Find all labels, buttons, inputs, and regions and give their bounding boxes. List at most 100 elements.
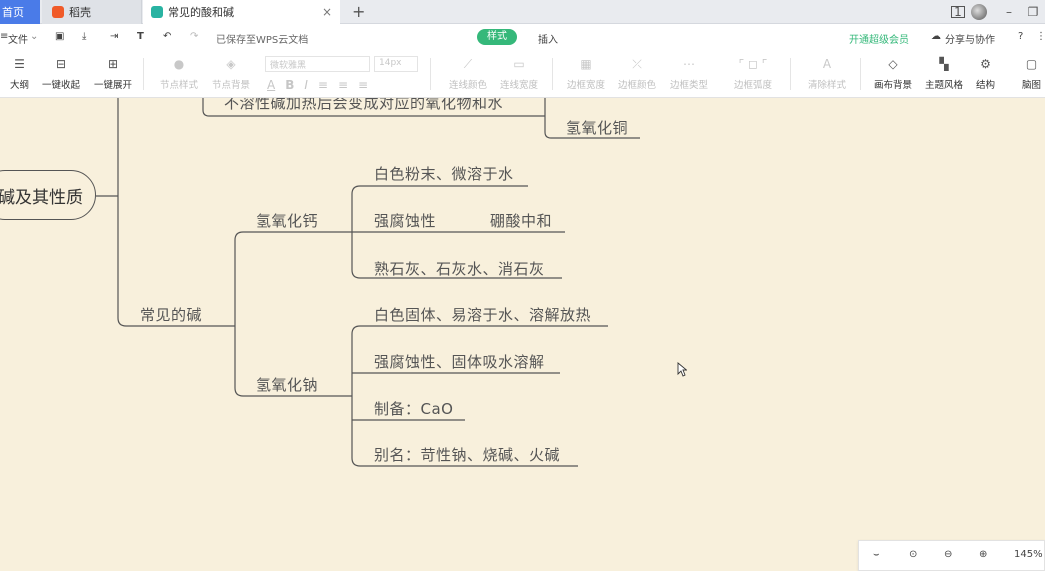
close-tab-icon[interactable]: × [322,5,332,19]
undo-icon[interactable]: ↶ [163,31,171,42]
border-type-icon: ⋯ [683,57,695,71]
mindmap-button[interactable]: ▢ 脑图 [1022,56,1041,91]
root-node[interactable]: 碱及其性质 [0,170,96,220]
node-common-bases[interactable]: 常见的碱 [140,304,202,325]
border-width-icon: ▦ [580,57,592,71]
theme-icon: ▚ [939,57,949,71]
restore-button[interactable]: ❐ [1021,5,1045,19]
node-calcium-hydroxide[interactable]: 氢氧化钙 [256,210,318,231]
italic-icon[interactable]: I [304,78,308,92]
node-style-label: 节点样式 [160,80,199,91]
node-background-button[interactable]: ◈ 节点背景 [212,56,250,91]
tab-home[interactable]: 首页 [0,0,40,24]
expand-all-button[interactable]: ⊞ 一键展开 [94,56,132,91]
menu-bar: ≡ 文件 ⌄ ▣ ⤓ ⇥ T ↶ ↷ 已保存至WPS云文档 样式 插入 开通超级… [0,24,1045,50]
align-right-icon[interactable]: ≡ [358,78,368,92]
canvas-background-button[interactable]: ◇ 画布背景 [874,56,912,91]
line-width-button[interactable]: ▭ 连线宽度 [500,56,538,91]
node-na-prop-3[interactable]: 制备：CaO [374,398,453,419]
outline-icon: ☰ [14,57,25,71]
font-size-select[interactable]: 14px [374,56,418,72]
eye-hide-icon[interactable]: ⌣ [873,549,880,560]
divider [143,58,144,90]
tab-daoke[interactable]: 稻壳 [42,0,142,24]
format-painter-icon[interactable]: T [137,31,144,42]
divider [430,58,431,90]
node-na-prop-4[interactable]: 别名：苛性钠、烧碱、火碱 [374,444,560,465]
mindmap-icon: ▢ [1025,57,1038,71]
user-avatar[interactable] [971,4,987,20]
align-center-icon[interactable]: ≡ [338,78,348,92]
mouse-cursor-icon [677,362,687,377]
structure-icon: ⚙ [980,57,991,71]
node-sodium-hydroxide[interactable]: 氢氧化钠 [256,374,318,395]
tab-bar: 首页 稻壳 常见的酸和碱 × + 1 – ❐ [0,0,1045,24]
tab-home-label: 首页 [2,6,24,19]
tab-style[interactable]: 样式 [477,29,517,45]
border-color-button[interactable]: ⤫ 边框颜色 [618,56,656,92]
file-menu[interactable]: 文件 [8,31,28,46]
expand-label: 一键展开 [94,80,133,91]
structure-button[interactable]: ⚙ 结构 [976,56,995,91]
zoom-out-icon[interactable]: ⊖ [944,549,952,560]
border-radius-button[interactable]: ⌜ ◻ ⌜ 边框弧度 [730,56,776,91]
border-width-button[interactable]: ▦ 边框宽度 [567,56,605,91]
line-width-icon: ▭ [513,57,525,71]
collapse-all-button[interactable]: ⊟ 一键收起 [42,56,80,91]
save-icon[interactable]: ▣ [55,31,64,42]
outline-button[interactable]: ☰ 大纲 [10,56,29,91]
clear-style-label: 清除样式 [808,80,847,91]
export-icon[interactable]: ⇥ [110,31,118,42]
tab-document[interactable]: 常见的酸和碱 × [143,0,340,24]
clear-format-icon: A [822,57,832,71]
divider [552,58,553,90]
expand-icon: ⊞ [107,57,119,71]
download-icon[interactable]: ⤓ [82,31,86,42]
canvas-bg-icon: ◇ [888,57,898,71]
border-color-icon: ⤫ [632,56,642,71]
share-button[interactable]: 分享与协作 [945,31,995,46]
font-color-icon[interactable]: A [267,78,275,92]
border-width-label: 边框宽度 [567,80,606,91]
line-color-button[interactable]: ⟋ 连线颜色 [449,56,488,92]
zoom-in-icon[interactable]: ⊕ [979,549,987,560]
font-family-select[interactable]: 微软雅黑 [265,56,370,72]
line-color-label: 连线颜色 [449,80,488,91]
window-count-icon[interactable]: 1 [951,6,965,18]
vip-link[interactable]: 开通超级会员 [849,31,909,46]
help-button[interactable]: ? [1018,31,1023,42]
collapse-icon: ⊟ [55,57,67,71]
text-format-row: A B I ≡ ≡ ≡ [267,78,368,92]
border-type-label: 边框类型 [670,80,709,91]
zoom-level[interactable]: 145% [1014,549,1043,560]
minimize-button[interactable]: – [997,5,1021,19]
mindmap-canvas[interactable]: 碱及其性质 不溶性碱加热后会变成对应的氧化物和水 氢氧化铜 常见的碱 氢氧化钙 … [0,98,1045,571]
mindmap-doc-icon [151,6,163,18]
toolbar: ☰ 大纲 ⊟ 一键收起 ⊞ 一键展开 ● 节点样式 ◈ 节点背景 微软雅黑 14px A … [0,50,1045,98]
clear-style-button[interactable]: A 清除样式 [808,56,846,91]
bold-icon[interactable]: B [285,78,294,92]
redo-icon[interactable]: ↷ [190,31,198,42]
line-color-icon: ⟋ [463,56,473,71]
node-ca-prop-2[interactable]: 强腐蚀性 [374,210,436,231]
align-left-icon[interactable]: ≡ [318,78,328,92]
more-icon[interactable]: ⋮ [1036,31,1045,42]
new-tab-button[interactable]: + [352,2,365,21]
node-style-button[interactable]: ● 节点样式 [160,56,198,91]
node-insoluble-base[interactable]: 不溶性碱加热后会变成对应的氧化物和水 [224,98,503,113]
theme-style-button[interactable]: ▚ 主题风格 [925,56,963,91]
divider [860,58,861,90]
cloud-share-icon[interactable]: ☁ [931,31,941,42]
center-focus-icon[interactable]: ⊙ [909,549,917,560]
node-ca-prop-3[interactable]: 熟石灰、石灰水、消石灰 [374,258,545,279]
node-na-prop-2[interactable]: 强腐蚀性、固体吸水溶解 [374,351,545,372]
border-type-button[interactable]: ⋯ 边框类型 [670,56,708,91]
node-ca-prop-1[interactable]: 白色粉末、微溶于水 [374,163,514,184]
node-copper-hydroxide[interactable]: 氢氧化铜 [566,117,628,138]
tab-document-label: 常见的酸和碱 [168,6,234,19]
node-ca-boric-acid[interactable]: 硼酸中和 [490,210,552,231]
tab-insert[interactable]: 插入 [538,31,558,46]
zoom-bar: ⌣ ⊙ ⊖ ⊕ 145% [858,540,1045,571]
chevron-down-icon[interactable]: ⌄ [30,31,38,42]
node-na-prop-1[interactable]: 白色固体、易溶于水、溶解放热 [374,304,591,325]
